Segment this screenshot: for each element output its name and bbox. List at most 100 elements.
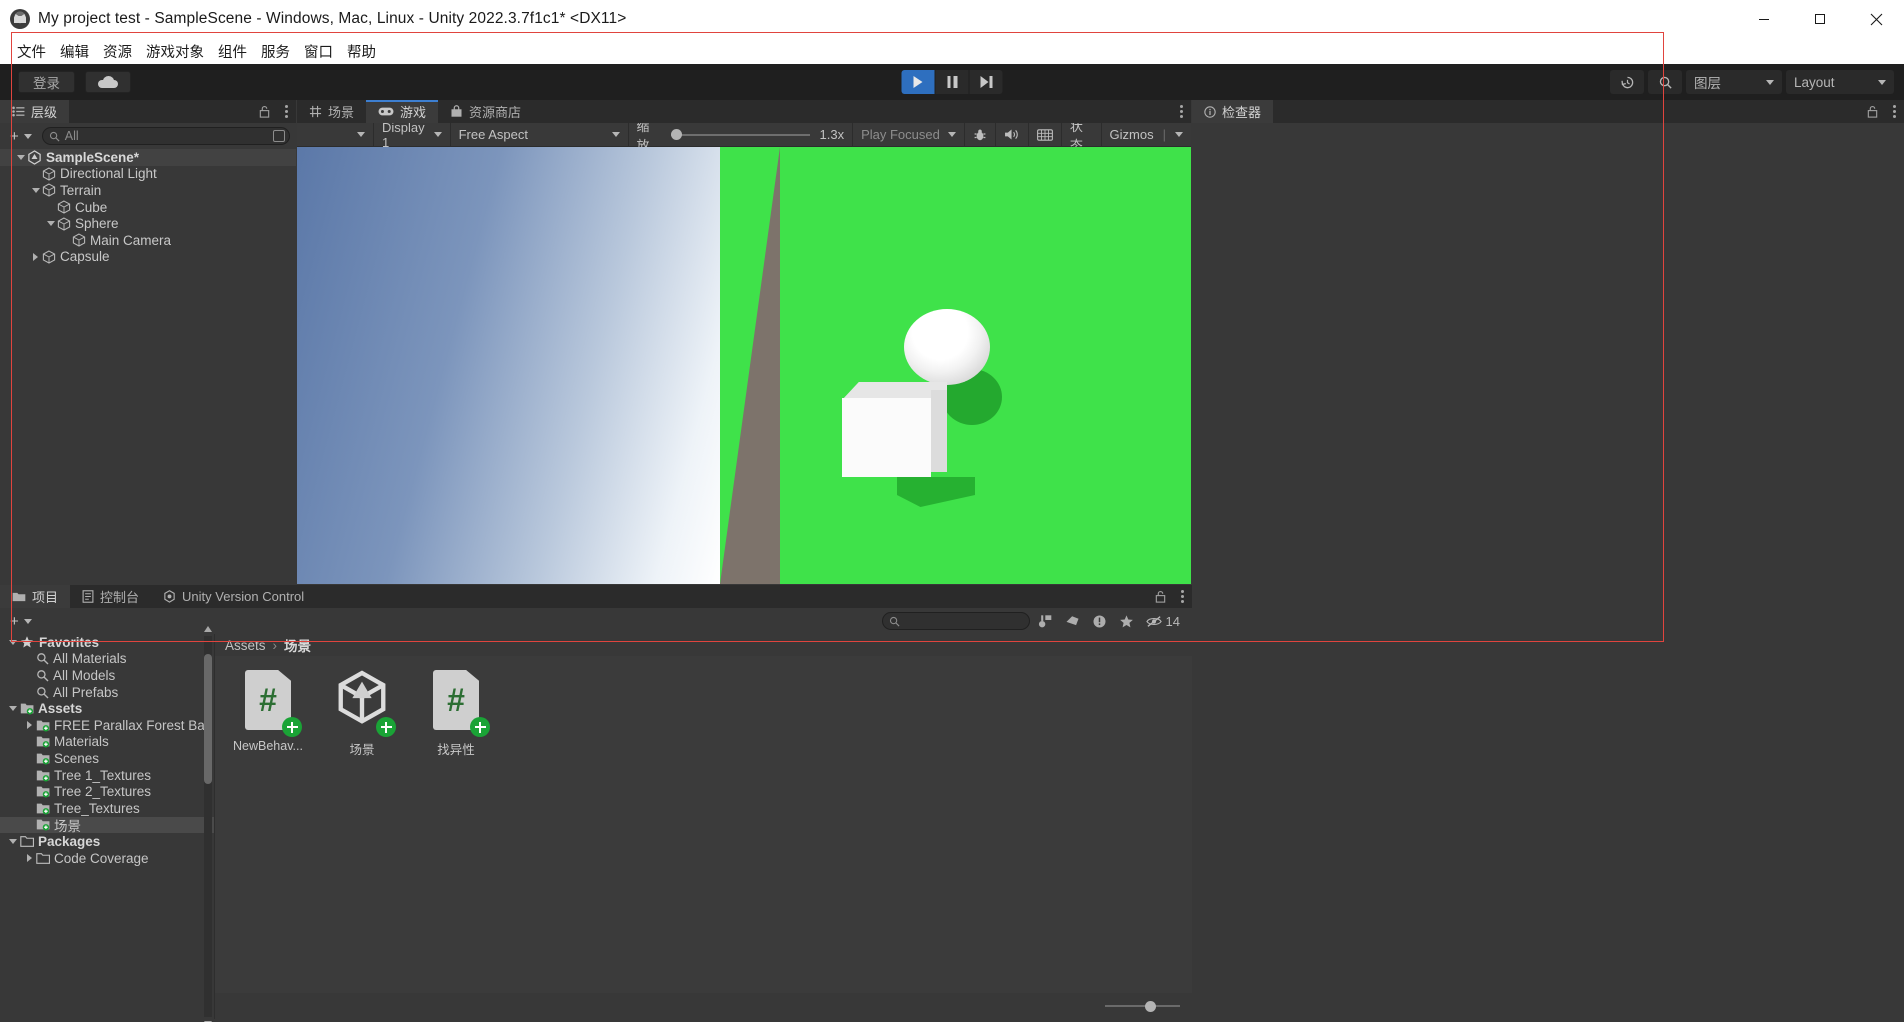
hierarchy-tree[interactable]: SampleScene* Directional Light Terrain Cube… (0, 149, 296, 266)
menu-services[interactable]: 服务 (254, 41, 297, 62)
twisty-collapsed-icon[interactable] (29, 252, 42, 261)
twisty-expanded-icon[interactable] (6, 706, 20, 712)
asset-grid[interactable]: # NewBehav... 场景 # 找异性 (215, 656, 1192, 993)
mute-audio-toggle[interactable] (996, 122, 1029, 147)
breadcrumb-current[interactable]: 场景 (284, 635, 311, 655)
history-button[interactable] (1610, 70, 1644, 94)
zoom-slider-knob[interactable] (670, 129, 682, 140)
game-render-canvas[interactable] (297, 147, 1191, 584)
project-tree-item-3[interactable]: All Prefabs (0, 684, 214, 701)
hierarchy-item-2[interactable]: Terrain (0, 182, 296, 199)
tab-asset-store[interactable]: 资源商店 (438, 100, 533, 123)
menu-edit[interactable]: 编辑 (53, 41, 96, 62)
project-tree-item-5[interactable]: FREE Parallax Forest Bac (0, 717, 214, 734)
hierarchy-menu-button[interactable] (281, 105, 292, 118)
project-tree-pane[interactable]: Favorites All Materials All Models All Pref… (0, 626, 215, 1022)
warning-filter-icon[interactable] (1092, 614, 1107, 629)
lock-icon[interactable] (258, 105, 271, 119)
project-tree-item-6[interactable]: Materials (0, 734, 214, 751)
hierarchy-search-input[interactable]: All (41, 127, 290, 145)
breadcrumb-assets[interactable]: Assets (225, 638, 266, 653)
favorite-filter-icon[interactable] (1119, 614, 1134, 629)
project-add-button[interactable]: + (6, 613, 36, 630)
twisty-expanded-icon[interactable] (6, 838, 20, 844)
lock-icon[interactable] (1866, 105, 1879, 119)
project-tree-item-4[interactable]: Assets (0, 700, 214, 717)
aspect-dropdown[interactable]: Free Aspect (451, 122, 629, 147)
hierarchy-search-picker-icon[interactable] (273, 130, 285, 142)
zoom-control[interactable]: 缩放 1.3x (629, 119, 854, 153)
scroll-up-arrow-icon[interactable] (204, 626, 212, 632)
project-tree-list[interactable]: Favorites All Materials All Models All Pref… (0, 634, 214, 866)
step-button[interactable] (969, 70, 1003, 94)
menu-assets[interactable]: 资源 (96, 41, 139, 62)
hierarchy-item-1[interactable]: Directional Light (0, 166, 296, 183)
menu-window[interactable]: 窗口 (297, 41, 340, 62)
stats-toggle[interactable]: 状态 (1062, 119, 1102, 153)
tab-hierarchy[interactable]: 层级 (0, 100, 70, 123)
layers-dropdown[interactable]: 图层 (1686, 70, 1782, 94)
login-button[interactable]: 登录 (18, 71, 75, 93)
twisty-expanded-icon[interactable] (14, 154, 27, 160)
hierarchy-item-3[interactable]: Cube (0, 199, 296, 216)
frame-debugger-toggle[interactable] (1029, 122, 1062, 147)
twisty-expanded-icon[interactable] (6, 639, 20, 645)
display-dropdown[interactable]: Display 1 (374, 120, 451, 150)
menu-gameobject[interactable]: 游戏对象 (139, 41, 211, 62)
maximize-button[interactable] (1792, 0, 1848, 38)
project-tree-scrollbar[interactable] (204, 626, 212, 1022)
gizmos-dropdown[interactable]: Gizmos | (1102, 123, 1191, 147)
menu-file[interactable]: 文件 (10, 41, 53, 62)
thumbnail-slider-knob[interactable] (1145, 1000, 1156, 1012)
project-search-input[interactable] (881, 612, 1030, 630)
project-tree-item-8[interactable]: Tree 1_Textures (0, 767, 214, 784)
close-button[interactable] (1848, 0, 1904, 38)
asset-item-2[interactable]: # 找异性 (417, 670, 495, 758)
project-tree-item-7[interactable]: Scenes (0, 750, 214, 767)
tab-inspector[interactable]: 检查器 (1192, 100, 1274, 123)
hierarchy-item-5[interactable]: Main Camera (0, 232, 296, 249)
search-button[interactable] (1648, 70, 1682, 94)
twisty-collapsed-icon[interactable] (22, 854, 36, 863)
asset-item-0[interactable]: # NewBehav... (229, 670, 307, 753)
label-filter-icon[interactable] (1065, 614, 1080, 629)
menu-help[interactable]: 帮助 (340, 41, 383, 62)
gameview-left-dropdown[interactable] (297, 122, 375, 147)
hierarchy-add-button[interactable]: + (6, 128, 36, 145)
tab-project[interactable]: 项目 (0, 585, 71, 608)
play-button[interactable] (901, 70, 935, 94)
project-tree-item-12[interactable]: Packages (0, 833, 214, 850)
project-tree-item-1[interactable]: All Materials (0, 651, 214, 668)
project-tree-item-0[interactable]: Favorites (0, 634, 214, 651)
twisty-collapsed-icon[interactable] (22, 721, 36, 730)
hierarchy-item-0[interactable]: SampleScene* (0, 149, 296, 166)
scrollbar-thumb[interactable] (204, 654, 212, 784)
project-tree-item-13[interactable]: Code Coverage (0, 850, 214, 867)
asset-item-1[interactable]: 场景 (323, 670, 401, 758)
cloud-button[interactable] (85, 71, 131, 93)
tab-version-control[interactable]: Unity Version Control (151, 585, 316, 608)
hierarchy-item-4[interactable]: Sphere (0, 215, 296, 232)
twisty-expanded-icon[interactable] (44, 221, 57, 227)
project-tree-item-2[interactable]: All Models (0, 667, 214, 684)
debug-toggle[interactable] (965, 122, 996, 147)
menu-component[interactable]: 组件 (211, 41, 254, 62)
thumbnail-size-slider[interactable] (1105, 999, 1180, 1013)
tab-console[interactable]: 控制台 (70, 585, 151, 608)
tab-scene[interactable]: 场景 (297, 100, 366, 123)
project-menu-button[interactable] (1177, 590, 1188, 603)
project-tree-item-11[interactable]: 场景 (0, 816, 214, 834)
layout-dropdown[interactable]: Layout (1786, 70, 1894, 94)
lock-icon[interactable] (1154, 590, 1167, 604)
inspector-menu-button[interactable] (1889, 105, 1900, 118)
minimize-button[interactable] (1736, 0, 1792, 38)
packages-filter-icon[interactable] (1038, 614, 1053, 629)
pause-button[interactable] (935, 70, 969, 94)
hidden-assets-count[interactable]: 14 (1145, 614, 1180, 629)
play-mode-dropdown[interactable]: Play Focused (853, 122, 965, 147)
tab-game[interactable]: 游戏 (366, 100, 439, 123)
hierarchy-item-6[interactable]: Capsule (0, 249, 296, 266)
twisty-expanded-icon[interactable] (29, 187, 42, 193)
zoom-slider[interactable] (670, 123, 810, 147)
project-tree-item-9[interactable]: Tree 2_Textures (0, 783, 214, 800)
